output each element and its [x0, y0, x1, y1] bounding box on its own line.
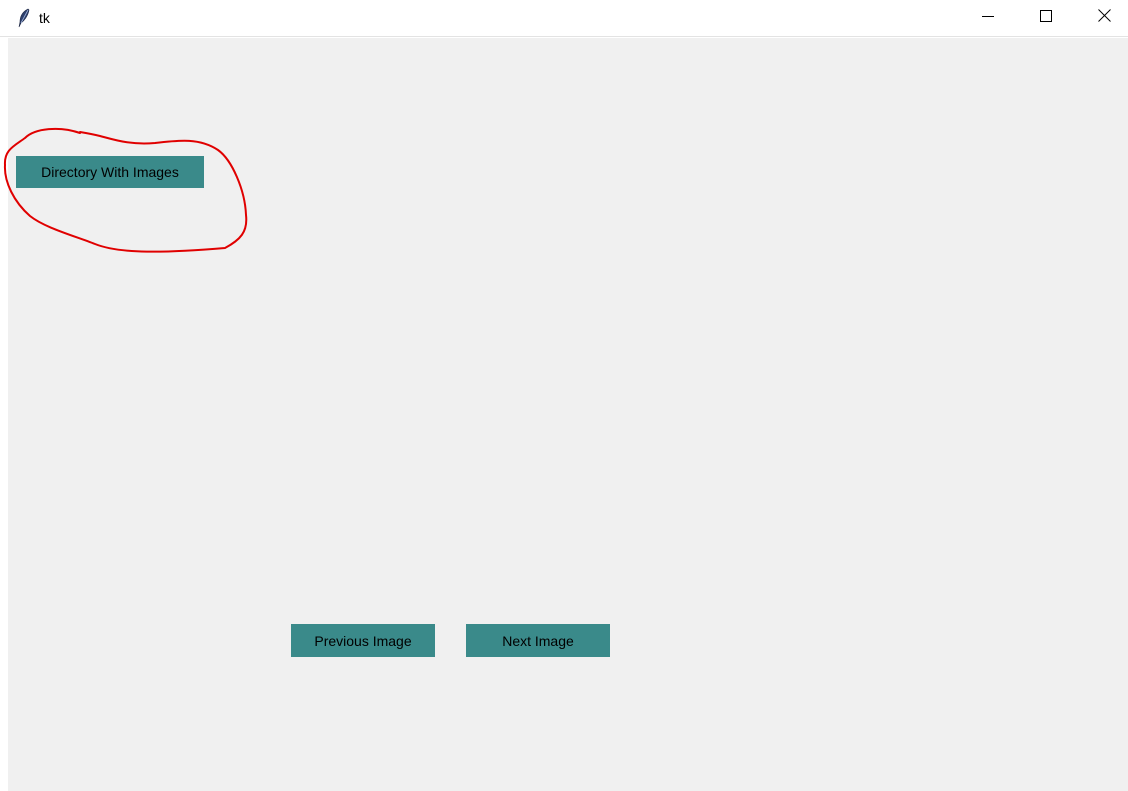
minimize-button[interactable]	[959, 0, 1017, 36]
window-title: tk	[39, 10, 50, 26]
minimize-icon	[982, 9, 994, 27]
previous-image-button[interactable]: Previous Image	[291, 624, 435, 657]
title-bar[interactable]: tk	[0, 0, 1128, 37]
window-left-edge	[0, 38, 8, 791]
next-image-button[interactable]: Next Image	[466, 624, 610, 657]
maximize-button[interactable]	[1017, 0, 1075, 36]
directory-with-images-button[interactable]: Directory With Images	[16, 156, 204, 188]
app-window: tk Directory With Images Previous Image …	[0, 0, 1128, 791]
main-content-area	[8, 38, 1128, 791]
close-button[interactable]	[1075, 0, 1128, 36]
maximize-icon	[1040, 9, 1052, 27]
close-icon	[1097, 9, 1111, 27]
tk-feather-icon	[16, 8, 32, 28]
